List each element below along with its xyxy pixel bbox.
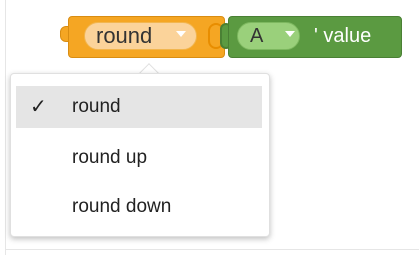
menu-item-label: round down bbox=[72, 196, 172, 217]
menu-item-label: round bbox=[72, 96, 121, 117]
menu-item-round-down[interactable]: round down bbox=[16, 186, 262, 228]
menu-item-round[interactable]: ✓ round bbox=[16, 86, 262, 128]
round-mode-dropdown-value: round bbox=[96, 23, 153, 48]
checkmark-icon: ✓ bbox=[30, 96, 47, 118]
chevron-down-icon bbox=[285, 31, 295, 37]
workspace-canvas: round A ' value ✓ round round up round d… bbox=[0, 0, 419, 255]
menu-item-round-up[interactable]: round up bbox=[16, 137, 262, 179]
canvas-border-left bbox=[5, 0, 6, 255]
canvas-border-bottom bbox=[5, 249, 419, 250]
variable-dropdown-value: A bbox=[250, 25, 264, 47]
menu-item-label: round up bbox=[72, 147, 148, 168]
text-block-suffix-label: ' value bbox=[314, 25, 372, 47]
chevron-down-icon bbox=[176, 31, 186, 37]
